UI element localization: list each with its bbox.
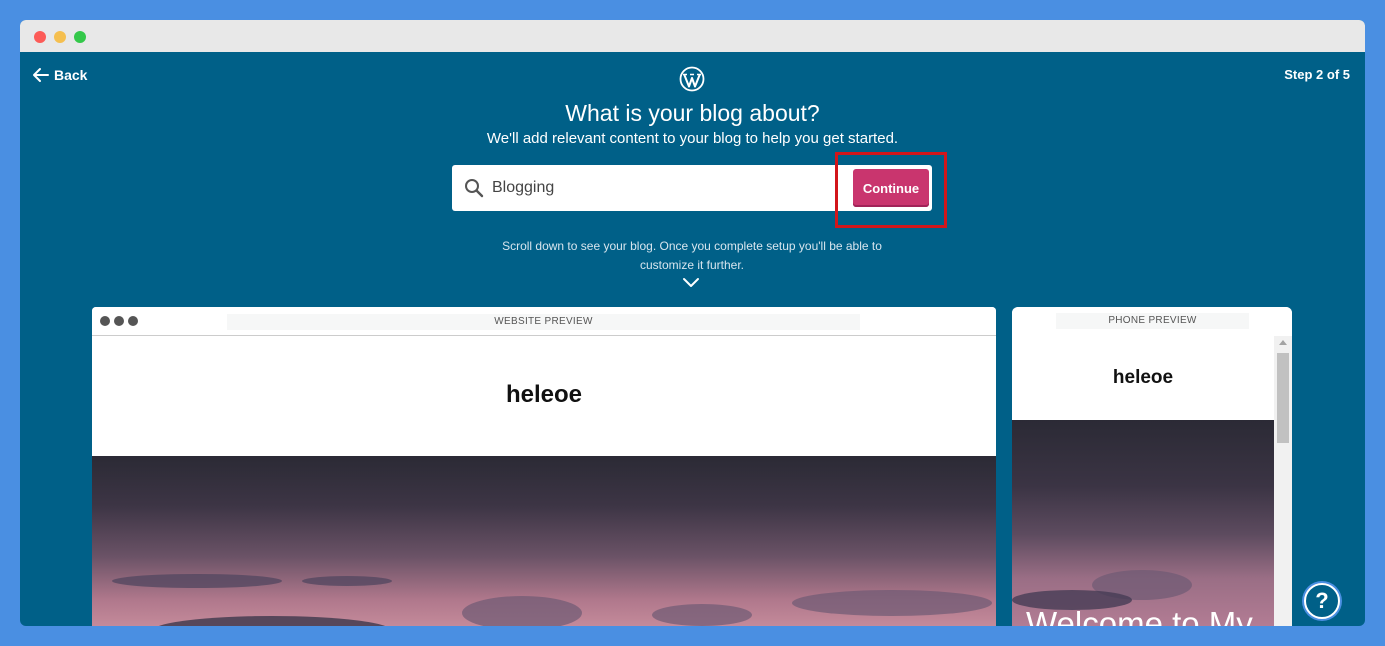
website-preview-label: WEBSITE PREVIEW xyxy=(227,314,860,330)
scroll-up-icon[interactable] xyxy=(1279,340,1287,345)
window-titlebar xyxy=(20,20,1365,52)
preview-dot-icon xyxy=(100,316,110,326)
step-indicator: Step 2 of 5 xyxy=(1284,67,1350,82)
signup-step-page: Back Step 2 of 5 What is your blog about… xyxy=(20,52,1365,626)
website-preview-bar: WEBSITE PREVIEW xyxy=(92,307,996,336)
wordpress-logo-icon xyxy=(679,66,705,92)
phone-preview-scrollbar[interactable] xyxy=(1274,336,1292,626)
minimize-window-button[interactable] xyxy=(54,31,66,43)
blog-topic-input[interactable] xyxy=(492,173,842,203)
phone-preview-bar: PHONE PREVIEW xyxy=(1012,307,1292,336)
phone-preview-label: PHONE PREVIEW xyxy=(1056,313,1249,329)
help-icon: ? xyxy=(1315,588,1329,613)
phone-preview: PHONE PREVIEW heleoe Welcome to My xyxy=(1012,307,1292,626)
scroll-thumb[interactable] xyxy=(1277,353,1289,443)
back-button[interactable]: Back xyxy=(32,66,87,84)
arrow-left-icon xyxy=(33,68,49,82)
website-site-title: heleoe xyxy=(505,381,583,408)
chevron-down-icon[interactable] xyxy=(682,276,700,288)
highlight-box xyxy=(835,152,947,228)
phone-hero-text: Welcome to My xyxy=(1026,605,1253,626)
scroll-hint: Scroll down to see your blog. Once you c… xyxy=(502,239,882,272)
preview-dot-icon xyxy=(128,316,138,326)
back-label: Back xyxy=(54,67,88,83)
preview-dot-icon xyxy=(114,316,124,326)
help-button[interactable]: ? xyxy=(1304,583,1340,619)
search-icon xyxy=(465,179,484,198)
website-hero-image xyxy=(92,456,996,626)
browser-window: Back Step 2 of 5 What is your blog about… xyxy=(20,20,1365,626)
page-subtitle: We'll add relevant content to your blog … xyxy=(486,130,899,147)
maximize-window-button[interactable] xyxy=(74,31,86,43)
phone-hero-image: Welcome to My xyxy=(1012,420,1274,626)
phone-site-title: heleoe xyxy=(1112,367,1174,388)
close-window-button[interactable] xyxy=(34,31,46,43)
website-preview: WEBSITE PREVIEW heleoe xyxy=(92,307,996,626)
page-title: What is your blog about? xyxy=(565,100,820,126)
